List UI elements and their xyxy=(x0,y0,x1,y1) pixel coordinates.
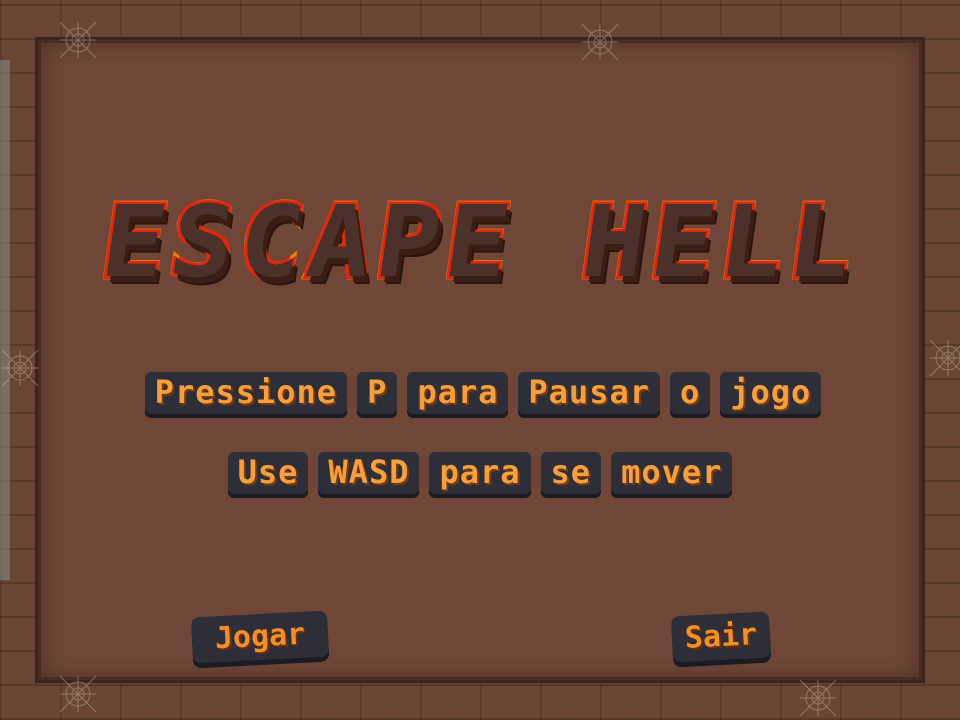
menu-panel xyxy=(38,40,922,680)
instruction-word: P xyxy=(357,372,398,414)
cobweb-icon xyxy=(799,679,837,717)
instruction-word: Use xyxy=(227,452,309,494)
movement-instruction: Use WASD para se mover xyxy=(160,452,800,494)
instruction-word: para xyxy=(429,452,531,494)
instruction-word: Pressione xyxy=(144,372,348,414)
instruction-word: se xyxy=(540,452,602,494)
instruction-word: mover xyxy=(611,452,733,494)
instruction-word: o xyxy=(669,372,711,414)
exit-button[interactable]: Sair xyxy=(670,611,772,663)
instruction-word: WASD xyxy=(318,452,420,494)
cobweb-icon xyxy=(929,339,960,377)
cobweb-icon xyxy=(581,23,619,61)
game-title: ESCAPE HELL xyxy=(91,181,869,304)
game-title-area: ESCAPE HELL xyxy=(12,181,948,304)
instruction-word: jogo xyxy=(720,372,822,414)
play-button[interactable]: Jogar xyxy=(190,610,330,664)
instruction-word: Pausar xyxy=(518,372,660,414)
cobweb-icon xyxy=(59,675,97,713)
pause-instruction: Pressione P para Pausar o jogo xyxy=(98,372,868,414)
instruction-word: para xyxy=(407,372,509,414)
window-edge-strip xyxy=(0,60,10,580)
cobweb-icon xyxy=(1,349,39,387)
cobweb-icon xyxy=(59,21,97,59)
